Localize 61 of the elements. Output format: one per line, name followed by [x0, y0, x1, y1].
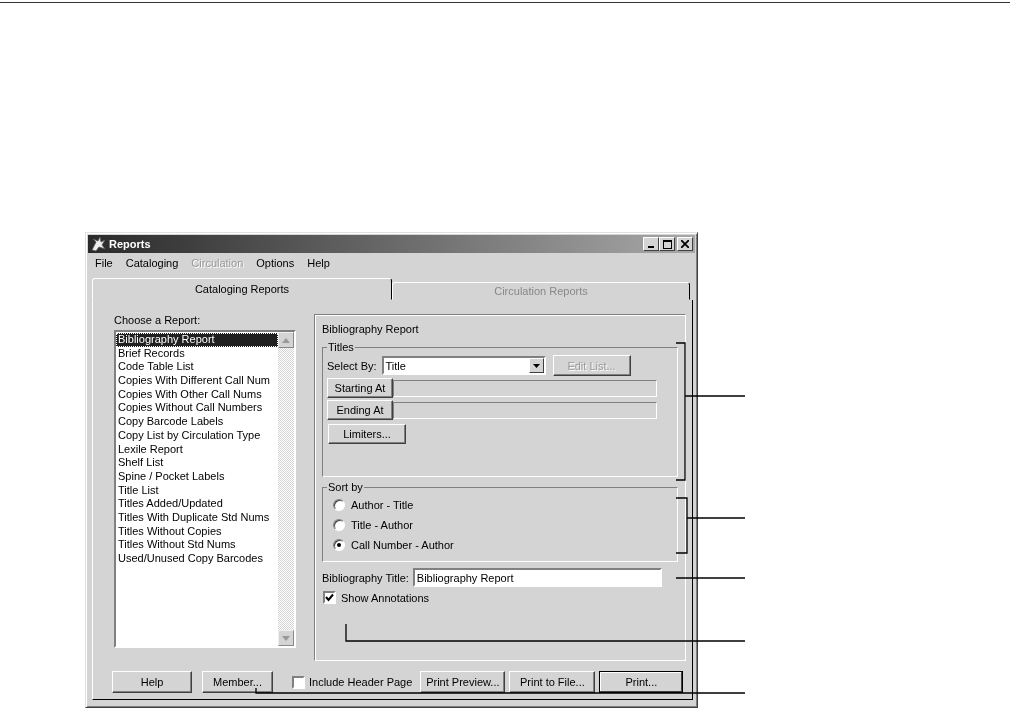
group-label: Titles	[327, 341, 355, 353]
list-item[interactable]: Code Table List	[116, 360, 278, 375]
list-item[interactable]: Used/Unused Copy Barcodes	[116, 552, 278, 566]
select-by-label: Select By:	[327, 359, 377, 372]
group-label: Sort by	[327, 481, 364, 493]
list-item[interactable]: Titles With Duplicate Std Nums	[116, 510, 278, 525]
help-button[interactable]: Help	[112, 671, 192, 693]
dropdown-arrow-icon	[532, 363, 540, 368]
list-item[interactable]: Copies Without Call Numbers	[116, 401, 278, 416]
scrollbar[interactable]	[278, 332, 294, 646]
scroll-down-icon[interactable]	[278, 630, 294, 646]
limiters-button[interactable]: Limiters...	[328, 424, 406, 444]
starting-at-button[interactable]: Starting At	[327, 378, 393, 398]
starting-at-field[interactable]	[393, 379, 657, 397]
checkbox-label[interactable]: Include Header Page	[309, 676, 413, 688]
radio-button[interactable]	[333, 519, 345, 531]
bibliography-title-label: Bibliography Title:	[322, 571, 409, 584]
menu-item[interactable]: File	[95, 257, 113, 269]
checkbox[interactable]	[292, 675, 305, 689]
tab[interactable]: Cataloging Reports	[92, 278, 392, 300]
menu-item[interactable]: Help	[307, 257, 330, 269]
window-title: Reports	[109, 238, 151, 250]
list-item[interactable]: Brief Records	[116, 346, 278, 361]
list-item[interactable]: Copy List by Circulation Type	[116, 428, 278, 443]
radio-label[interactable]: Author - Title	[351, 499, 414, 511]
select-by-dropdown[interactable]: Title	[381, 356, 546, 375]
app-icon	[90, 236, 106, 252]
close-button[interactable]	[677, 237, 693, 251]
ending-at-button[interactable]: Ending At	[327, 400, 393, 420]
menu-item[interactable]: Cataloging	[125, 257, 179, 269]
list-item[interactable]: Titles Without Std Nums	[116, 538, 278, 552]
list-item[interactable]: Copies With Different Call Num	[116, 374, 278, 388]
print-button[interactable]: Print Preview...	[420, 671, 506, 693]
close-icon	[681, 240, 689, 248]
list-item[interactable]: Title List	[116, 483, 278, 498]
radio-button[interactable]	[333, 499, 345, 511]
maximize-icon	[662, 239, 672, 249]
list-item[interactable]: Shelf List	[116, 456, 278, 470]
print-button[interactable]: Print to File...	[509, 671, 596, 693]
checkbox-label[interactable]: Show Annotations	[341, 591, 430, 604]
bibliography-title-field[interactable]: Bibliography Report	[412, 568, 662, 587]
list-item[interactable]: Copies With Other Call Nums	[116, 387, 278, 402]
list-item[interactable]: Copy Barcode Labels	[116, 415, 278, 429]
list-item[interactable]: Titles Without Copies	[116, 524, 278, 539]
list-item[interactable]: Lexile Report	[116, 442, 278, 457]
print-button[interactable]: Print...	[599, 671, 684, 693]
list-item[interactable]: Bibliography Report	[116, 333, 278, 347]
radio-button[interactable]	[333, 539, 345, 551]
minimize-button[interactable]	[643, 237, 659, 251]
radio-label[interactable]: Title - Author	[351, 519, 413, 531]
report-title: Bibliography Report	[322, 323, 420, 335]
list-item[interactable]: Titles Added/Updated	[116, 497, 278, 511]
ending-at-field[interactable]	[393, 401, 657, 419]
checkbox[interactable]	[323, 591, 336, 604]
list-label: Choose a Report:	[114, 314, 202, 326]
scroll-up-icon[interactable]	[278, 332, 294, 348]
member-button[interactable]: Member...	[202, 671, 273, 693]
list-item[interactable]: Spine / Pocket Labels	[116, 469, 278, 484]
maximize-button[interactable]	[659, 237, 675, 251]
menu-item[interactable]: Options	[256, 257, 295, 269]
radio-label[interactable]: Call Number - Author	[351, 539, 454, 551]
